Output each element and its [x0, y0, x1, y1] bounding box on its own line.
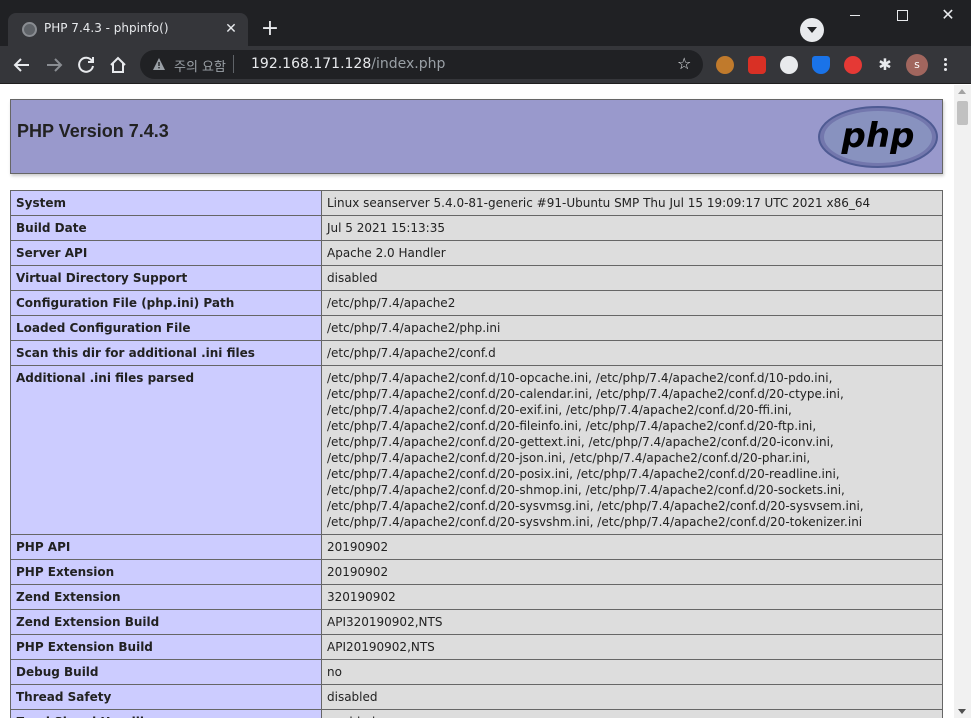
phpinfo-table: System Linux seanserver 5.4.0-81-generic …	[10, 190, 943, 718]
table-row: Debug Build no	[10, 659, 943, 685]
row-key: Virtual Directory Support	[10, 265, 322, 291]
url-text[interactable]: 192.168.171.128/index.php	[251, 56, 445, 72]
home-icon[interactable]	[104, 51, 132, 79]
row-value: /etc/php/7.4/apache2	[321, 290, 943, 316]
row-value: disabled	[321, 684, 943, 710]
address-bar[interactable]: 주의 요함 192.168.171.128/index.php ☆	[140, 50, 703, 79]
row-value: Jul 5 2021 15:13:35	[321, 215, 943, 241]
table-row: Zend Signal Handlingenabled	[10, 709, 943, 718]
minimize-button[interactable]	[832, 0, 878, 30]
globe-icon	[22, 22, 37, 37]
row-value: /etc/php/7.4/apache2/php.ini	[321, 315, 943, 341]
row-key: Debug Build	[10, 659, 322, 685]
extension-play-icon[interactable]	[780, 56, 798, 74]
scroll-down-arrow-icon[interactable]	[958, 709, 966, 714]
row-key: Thread Safety	[10, 684, 322, 710]
table-row: Loaded Configuration File/etc/php/7.4/ap…	[10, 315, 943, 341]
maximize-button[interactable]	[879, 0, 925, 30]
tab-phpinfo[interactable]: PHP 7.4.3 - phpinfo() ✕	[8, 13, 248, 46]
php-version-header: PHP Version 7.4.3 php	[10, 99, 943, 174]
title-bar: PHP 7.4.3 - phpinfo() ✕ + ✕	[0, 0, 971, 46]
row-key: Loaded Configuration File	[10, 315, 322, 341]
profile-avatar[interactable]: s	[906, 54, 928, 76]
back-arrow-icon[interactable]	[8, 51, 36, 79]
row-value: /etc/php/7.4/apache2/conf.d/10-opcache.i…	[321, 365, 943, 535]
row-value: 20190902	[321, 559, 943, 585]
row-value: Linux seanserver 5.4.0-81-generic #91-Ub…	[321, 190, 943, 216]
extension-owl-icon[interactable]	[716, 56, 734, 74]
table-row: Build Date Jul 5 2021 15:13:35	[10, 215, 943, 241]
row-key: Scan this dir for additional .ini files	[10, 340, 322, 366]
extension-shield-icon[interactable]	[812, 56, 830, 74]
extensions-puzzle-icon[interactable]: ✱	[876, 56, 894, 74]
table-row: System Linux seanserver 5.4.0-81-generic …	[10, 190, 943, 216]
row-key: Zend Extension Build	[10, 609, 322, 635]
table-row: Additional .ini files parsed/etc/php/7.4…	[10, 365, 943, 535]
row-key: Zend Extension	[10, 584, 322, 610]
row-value: disabled	[321, 265, 943, 291]
window-close-button[interactable]: ✕	[925, 0, 971, 30]
table-row: PHP API 20190902	[10, 534, 943, 560]
table-row: Zend Extension Build API320190902,NTS	[10, 609, 943, 635]
row-key: Server API	[10, 240, 322, 266]
table-row: Server API Apache 2.0 Handler	[10, 240, 943, 266]
row-value: 320190902	[321, 584, 943, 610]
row-value: API320190902,NTS	[321, 609, 943, 635]
row-value: 20190902	[321, 534, 943, 560]
row-key: PHP Extension	[10, 559, 322, 585]
table-row: Zend Extension 320190902	[10, 584, 943, 610]
php-logo: php	[818, 106, 938, 168]
page-viewport: PHP Version 7.4.3 php System Linux seanse…	[0, 85, 954, 718]
table-row: Configuration File (php.ini) Path/etc/ph…	[10, 290, 943, 316]
row-value: /etc/php/7.4/apache2/conf.d	[321, 340, 943, 366]
table-row: Virtual Directory Support disabled	[10, 265, 943, 291]
row-key: Build Date	[10, 215, 322, 241]
browser-toolbar: 주의 요함 192.168.171.128/index.php ☆ ✱ s	[0, 46, 971, 84]
row-key: Zend Signal Handling	[10, 709, 322, 718]
extension-red-circle-icon[interactable]	[844, 56, 862, 74]
kebab-menu-icon[interactable]	[942, 56, 948, 74]
bookmark-star-icon[interactable]: ☆	[677, 56, 693, 72]
warning-icon[interactable]	[152, 57, 166, 71]
tab-search-icon[interactable]	[800, 18, 824, 42]
table-row: PHP Extension 20190902	[10, 559, 943, 585]
table-row: PHP Extension Build API20190902,NTS	[10, 634, 943, 660]
php-logo-text: php	[841, 116, 915, 156]
row-key: Configuration File (php.ini) Path	[10, 290, 322, 316]
row-key: PHP Extension Build	[10, 634, 322, 660]
url-path: /index.php	[371, 56, 446, 72]
row-key: System	[10, 190, 322, 216]
scrollbar-thumb[interactable]	[957, 101, 968, 125]
phpinfo-table-body: System Linux seanserver 5.4.0-81-generic …	[10, 190, 943, 718]
extension-red-icon[interactable]	[748, 56, 766, 74]
row-value: enabled	[321, 709, 943, 718]
vertical-scrollbar[interactable]	[954, 85, 971, 718]
row-value: no	[321, 659, 943, 685]
row-key: Additional .ini files parsed	[10, 365, 322, 535]
scroll-up-arrow-icon[interactable]	[958, 89, 966, 94]
url-host: 192.168.171.128	[251, 56, 372, 72]
url-separator	[233, 55, 234, 73]
reload-icon[interactable]	[72, 51, 100, 79]
forward-arrow-icon[interactable]	[40, 51, 68, 79]
row-value: Apache 2.0 Handler	[321, 240, 943, 266]
row-key: PHP API	[10, 534, 322, 560]
table-row: Scan this dir for additional .ini files /…	[10, 340, 943, 366]
table-row: Thread Safety disabled	[10, 684, 943, 710]
new-tab-button[interactable]: +	[256, 16, 284, 44]
close-icon[interactable]: ✕	[222, 20, 240, 38]
tab-title: PHP 7.4.3 - phpinfo()	[44, 21, 169, 35]
security-label[interactable]: 주의 요함	[174, 56, 226, 75]
page-title: PHP Version 7.4.3	[17, 121, 169, 141]
row-value: API20190902,NTS	[321, 634, 943, 660]
